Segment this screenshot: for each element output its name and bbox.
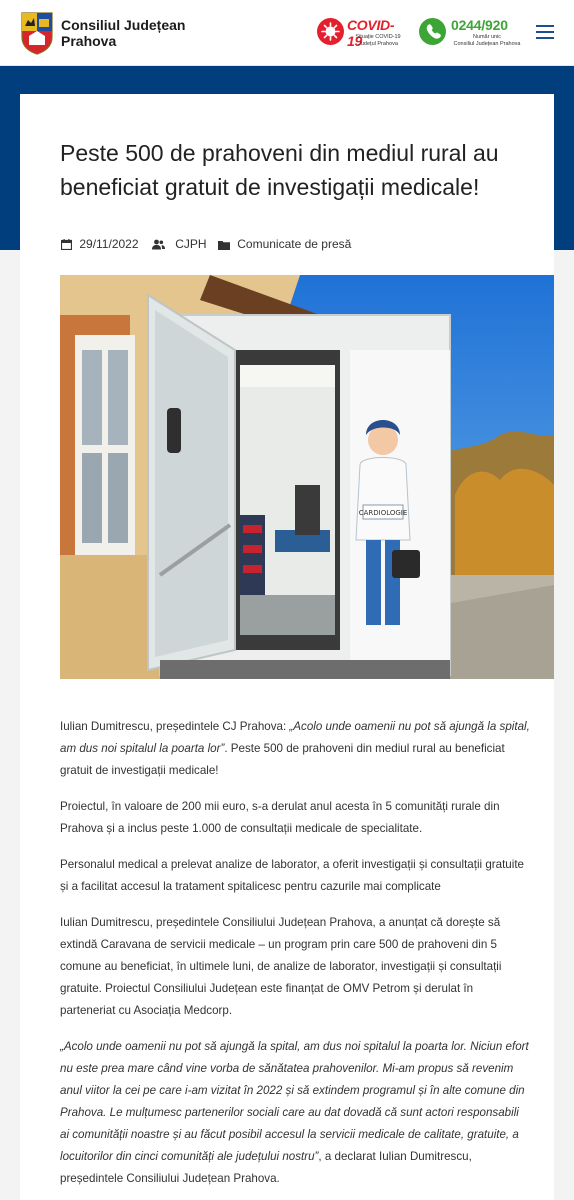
paragraph-2: Proiectul, în valoare de 200 mii euro, s… [60,800,500,835]
paragraph-3: Personalul medical a prelevat analize de… [60,858,525,893]
author-icon [151,237,165,251]
folder-icon [217,237,230,251]
phone-info-link[interactable]: 0244/920 Număr unic Consiliul Județean P… [419,17,525,49]
paragraph-5-quote: „Acolo unde oamenii nu pot să ajungă la … [60,1040,529,1163]
hamburger-menu-icon[interactable] [536,25,554,39]
cardiology-sign: CARDIOLOGIE [359,509,408,517]
paragraph-1-text-a: Iulian Dumitrescu, președintele CJ Praho… [60,720,290,733]
article-meta: 29/11/2022 CJPH Comunicate de presă [60,236,351,251]
site-header: Consiliul Județean Prahova COVID-19 Situ… [0,0,574,66]
article-date: 29/11/2022 [79,236,139,251]
article-title: Peste 500 de prahoveni din mediul rural … [60,140,499,200]
paragraph-1: Iulian Dumitrescu, președintele CJ Praho… [60,716,530,782]
phone-subtitle: Număr unic Consiliul Județean Prahova [449,34,525,47]
paragraph-5: „Acolo unde oamenii nu pot să ajungă la … [60,1036,530,1190]
article-category-link[interactable]: Comunicate de presă [237,237,351,251]
virus-icon [317,18,344,45]
article-author-link[interactable]: CJPH [175,237,206,251]
site-name-line1: Consiliul Județean [61,17,186,33]
paragraph-4: Iulian Dumitrescu, președintele Consiliu… [60,916,502,1017]
covid-subtitle-line2: Județul Prahova [358,40,398,47]
phone-subtitle-line2: Consiliul Județean Prahova [453,40,521,47]
article-hero-image: CARDIOLOGIE [60,275,554,679]
covid-info-link[interactable]: COVID-19 Situație COVID-19 Județul Praho… [317,17,409,49]
covid-subtitle: Situație COVID-19 Județul Prahova [347,34,409,47]
coat-of-arms-logo[interactable] [20,11,54,55]
calendar-icon [60,237,73,251]
article-body: Iulian Dumitrescu, președintele CJ Praho… [60,716,530,1200]
site-name[interactable]: Consiliul Județean Prahova [61,17,191,49]
phone-number: 0244/920 [451,17,508,33]
article-card: Peste 500 de prahoveni din mediul rural … [20,94,554,1200]
phone-icon [419,18,446,45]
covid-subtitle-line1: Situație COVID-19 [355,34,401,40]
site-name-line2: Prahova [61,33,117,49]
